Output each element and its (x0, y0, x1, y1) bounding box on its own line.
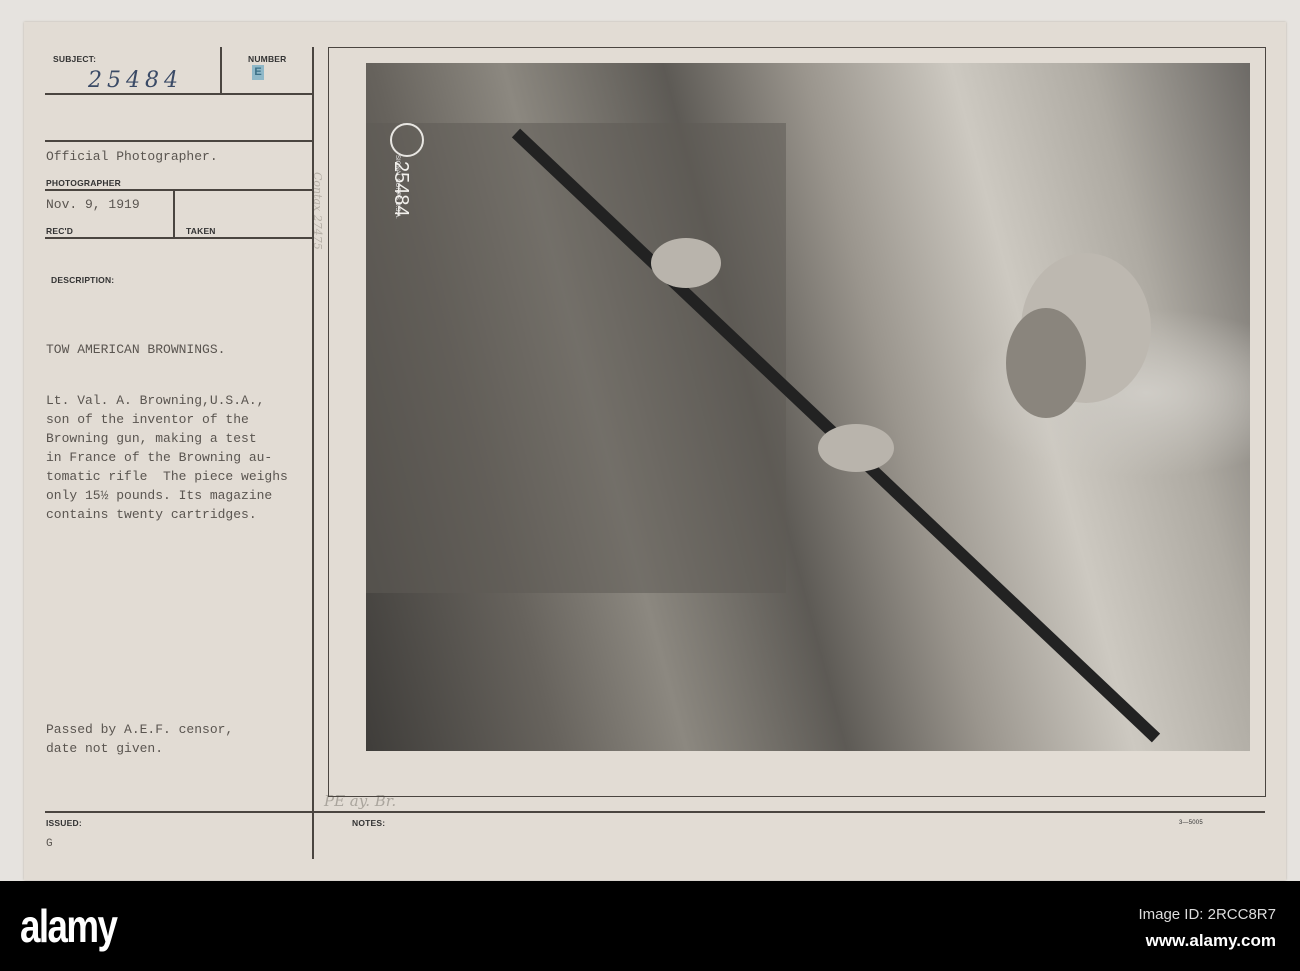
censor-note: Passed by A.E.F. censor, date not given. (46, 720, 233, 758)
photographer-value: Official Photographer. (46, 149, 218, 164)
recd-value: Nov. 9, 1919 (46, 197, 140, 212)
description-line: tomatic rifle The piece weighs (46, 469, 288, 484)
description-line: in France of the Browning au- (46, 450, 273, 465)
issued-label: ISSUED: (46, 818, 82, 828)
alamy-url[interactable]: www.alamy.com (1146, 931, 1276, 951)
description-line: son of the inventor of the (46, 412, 249, 427)
censor-line: Passed by A.E.F. censor, (46, 722, 234, 737)
rule (45, 140, 312, 142)
subject-label: SUBJECT: (53, 54, 97, 64)
margin-handwriting: Contax 27475 (311, 172, 324, 250)
photograph: SIGNAL CORPS U.S.A. 25484 (366, 63, 1250, 751)
recd-label: REC'D (46, 226, 74, 236)
signal-corps-stamp-icon (390, 123, 424, 157)
rule (45, 237, 312, 239)
number-label: NUMBER (248, 54, 287, 64)
censor-line: date not given. (46, 741, 164, 756)
description-line: only 15½ pounds. Its magazine (46, 488, 273, 503)
image-id: Image ID: 2RCC8R7 (1138, 906, 1276, 923)
description-line: contains twenty cartridges. (46, 507, 257, 522)
photo-content (366, 123, 1161, 743)
rule (45, 93, 312, 95)
issued-value: G (46, 838, 53, 850)
form-number: 3—5005 (1179, 820, 1203, 826)
rule (45, 189, 312, 191)
notes-label: NOTES: (352, 818, 386, 828)
taken-label: TAKEN (186, 226, 216, 236)
stamp-number: 25484 (390, 161, 412, 217)
description-line: Lt. Val. A. Browning,U.S.A., (46, 393, 265, 408)
subject-number: 25484 (88, 68, 183, 93)
description-label: DESCRIPTION: (51, 275, 115, 285)
face (1006, 308, 1086, 418)
description-line: Browning gun, making a test (46, 431, 257, 446)
subject-divider (220, 47, 222, 93)
footer-bar: alamy Image ID: 2RCC8R7 www.alamy.com (0, 881, 1300, 971)
number-stamp: E (252, 65, 264, 80)
column-divider (312, 47, 314, 859)
notes-rule (45, 811, 1265, 813)
description-body: Lt. Val. A. Browning,U.S.A., son of the … (46, 391, 288, 524)
photographer-label: PHOTOGRAPHER (46, 178, 121, 188)
hand (818, 424, 894, 472)
alamy-logo: alamy (20, 900, 118, 952)
hand (651, 238, 721, 288)
description-title: TOW AMERICAN BROWNINGS. (46, 342, 226, 357)
recd-divider (173, 189, 175, 237)
